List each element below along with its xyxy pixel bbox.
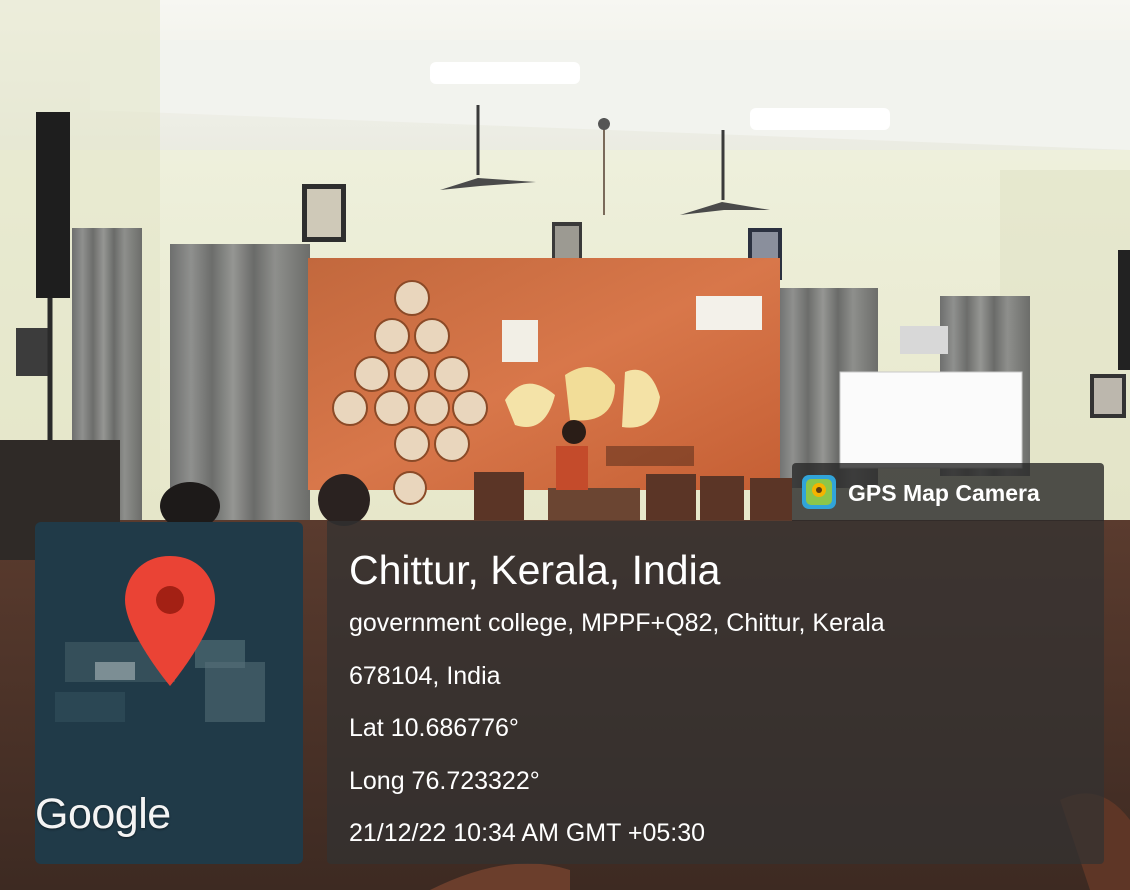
address-line-1: government college, MPPF+Q82, Chittur, K… xyxy=(349,609,885,637)
datetime: 21/12/22 10:34 AM GMT +05:30 xyxy=(349,819,706,847)
google-logo: Google xyxy=(35,790,171,838)
location-info-card: Chittur, Kerala, India government colleg… xyxy=(327,521,1104,864)
app-name: GPS Map Camera xyxy=(848,480,1040,506)
map-thumbnail: Google xyxy=(35,522,303,864)
location-title: Chittur, Kerala, India xyxy=(349,547,721,593)
app-badge: GPS Map Camera xyxy=(792,463,1104,521)
latitude: Lat 10.686776° xyxy=(349,714,519,742)
gps-map-camera-icon xyxy=(802,475,836,509)
address-line-2: 678104, India xyxy=(349,662,501,690)
longitude: Long 76.723322° xyxy=(349,767,540,795)
